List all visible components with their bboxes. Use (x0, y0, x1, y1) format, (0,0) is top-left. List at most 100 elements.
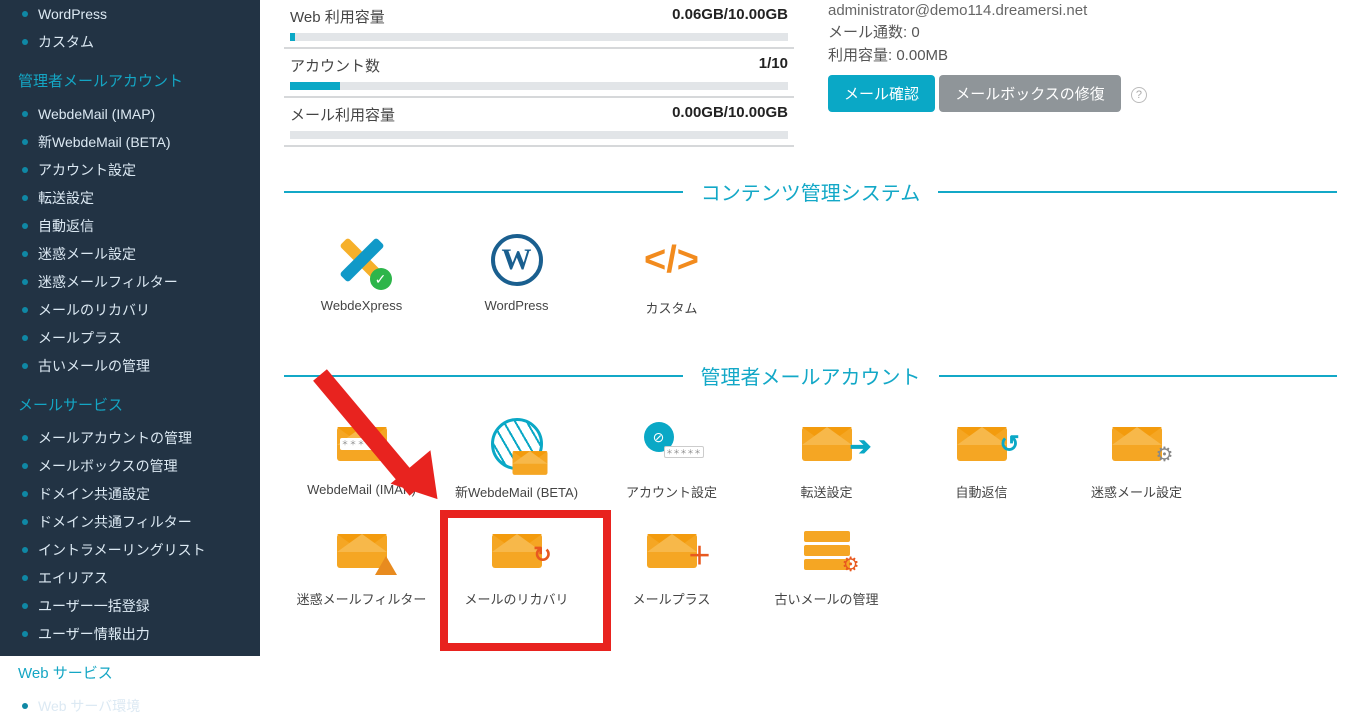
sidebar-item-alias[interactable]: エイリアス (0, 564, 260, 592)
tile-wordpress[interactable]: W WordPress (439, 224, 594, 331)
mail-spam-settings-icon: ⚙ (1112, 427, 1162, 461)
tile-label: WebdeXpress (286, 298, 437, 313)
tile-old-mail[interactable]: ⚙ 古いメールの管理 (749, 515, 904, 622)
mail-globe-icon (491, 418, 543, 470)
tile-spam-settings[interactable]: ⚙ 迷惑メール設定 (1059, 408, 1214, 515)
mailbox-panel: administrator@demo114.dreamersi.net メール通… (824, 0, 1337, 147)
tile-label: 迷惑メール設定 (1061, 482, 1212, 501)
sidebar-item-label: 迷惑メール設定 (38, 240, 136, 268)
mail-autoreply-icon: ↺ (957, 427, 1007, 461)
sidebar-item-spam-filter[interactable]: 迷惑メールフィルター (0, 268, 260, 296)
sidebar-item-label: メールのリカバリ (38, 296, 150, 324)
sidebar-item-label: WordPress (38, 0, 107, 28)
mail-plus-icon: ＋ (647, 534, 697, 568)
tile-label: アカウント設定 (596, 482, 747, 501)
sidebar-item-wordpress[interactable]: WordPress (0, 0, 260, 28)
usage-bar (290, 131, 788, 139)
tile-custom[interactable]: </> カスタム (594, 224, 749, 331)
mail-archive-icon: ⚙ (804, 531, 850, 571)
sidebar: WordPress カスタム 管理者メールアカウント WebdeMail (IM… (0, 0, 260, 656)
usage-bar (290, 82, 788, 90)
usage-label: アカウント数 (290, 55, 380, 76)
webdexpress-icon: ✓ (336, 234, 388, 286)
sidebar-item-domain-common-settings[interactable]: ドメイン共通設定 (0, 480, 260, 508)
sidebar-item-label: メールボックスの管理 (38, 452, 178, 480)
usage-label: メール利用容量 (290, 104, 395, 125)
usage-bar (290, 33, 788, 41)
sidebar-heading-web-service: Web サービス (0, 648, 260, 692)
usage-row-mail: メール利用容量 0.00GB/10.00GB (284, 96, 794, 147)
sidebar-item-webdemail-beta[interactable]: 新WebdeMail (BETA) (0, 128, 260, 156)
tile-label: メールプラス (596, 589, 747, 608)
sidebar-item-user-export[interactable]: ユーザー情報出力 (0, 620, 260, 648)
sidebar-item-label: メールアカウントの管理 (38, 424, 192, 452)
section-title: コンテンツ管理システム (683, 177, 938, 206)
section-divider-cms: コンテンツ管理システム (284, 177, 1337, 206)
tile-label: カスタム (596, 298, 747, 317)
cms-tile-grid: ✓ WebdeXpress W WordPress </> カスタム (284, 224, 1337, 331)
main-content: Web 利用容量 0.06GB/10.00GB アカウント数 1/10 メール利… (260, 0, 1349, 656)
mailbox-count: メール通数: 0 (828, 21, 1337, 42)
sidebar-item-custom[interactable]: カスタム (0, 28, 260, 56)
tile-label: 古いメールの管理 (751, 589, 902, 608)
sidebar-item-spam-settings[interactable]: 迷惑メール設定 (0, 240, 260, 268)
repair-mailbox-button[interactable]: メールボックスの修復 (939, 75, 1121, 112)
sidebar-item-label: エイリアス (38, 564, 108, 592)
sidebar-item-webdemail-imap[interactable]: WebdeMail (IMAP) (0, 100, 260, 128)
usage-value: 0.00GB/10.00GB (672, 104, 788, 121)
sidebar-item-mail-plus[interactable]: メールプラス (0, 324, 260, 352)
sidebar-item-label: メールプラス (38, 324, 122, 352)
sidebar-item-bulk-users[interactable]: ユーザー一括登録 (0, 592, 260, 620)
tile-webdexpress[interactable]: ✓ WebdeXpress (284, 224, 439, 331)
sidebar-item-mail-recovery[interactable]: メールのリカバリ (0, 296, 260, 324)
wordpress-icon: W (491, 234, 543, 286)
mail-recovery-icon: ↻ (492, 534, 542, 568)
tile-mail-plus[interactable]: ＋ メールプラス (594, 515, 749, 622)
mailbox-size: 利用容量: 0.00MB (828, 44, 1337, 65)
help-icon[interactable]: ? (1131, 87, 1147, 103)
sidebar-item-label: Web サーバ環境 (38, 692, 140, 720)
tile-mail-recovery[interactable]: ↻ メールのリカバリ (439, 515, 594, 622)
check-mail-button[interactable]: メール確認 (828, 75, 935, 112)
sidebar-item-label: WebdeMail (IMAP) (38, 100, 155, 128)
sidebar-item-label: ドメイン共通フィルター (38, 508, 192, 536)
tile-spam-filter[interactable]: 迷惑メールフィルター (284, 515, 439, 622)
sidebar-item-domain-common-filter[interactable]: ドメイン共通フィルター (0, 508, 260, 536)
sidebar-item-label: 自動返信 (38, 212, 94, 240)
usage-row-accounts: アカウント数 1/10 (284, 47, 794, 96)
sidebar-item-web-server-env[interactable]: Web サーバ環境 (0, 692, 260, 720)
sidebar-item-autoreply[interactable]: 自動返信 (0, 212, 260, 240)
sidebar-heading-admin-mail: 管理者メールアカウント (0, 56, 260, 100)
custom-code-icon: </> (644, 239, 699, 282)
tile-autoreply[interactable]: ↺ 自動返信 (904, 408, 1059, 515)
mail-imap-icon: ＊＊＊＊＊ (337, 427, 387, 461)
sidebar-item-forward-settings[interactable]: 転送設定 (0, 184, 260, 212)
mail-tile-grid: ＊＊＊＊＊ WebdeMail (IMAP) 新WebdeMail (BETA)… (284, 408, 1337, 622)
sidebar-item-label: ドメイン共通設定 (38, 480, 150, 508)
sidebar-item-account-settings[interactable]: アカウント設定 (0, 156, 260, 184)
usage-row-web: Web 利用容量 0.06GB/10.00GB (284, 0, 794, 47)
sidebar-item-intra-mailing-list[interactable]: イントラメーリングリスト (0, 536, 260, 564)
sidebar-item-old-mail[interactable]: 古いメールの管理 (0, 352, 260, 380)
tile-forward-settings[interactable]: ➔ 転送設定 (749, 408, 904, 515)
sidebar-item-label: 古いメールの管理 (38, 352, 150, 380)
tile-webdemail-imap[interactable]: ＊＊＊＊＊ WebdeMail (IMAP) (284, 408, 439, 515)
tile-label: WebdeMail (IMAP) (286, 482, 437, 497)
sidebar-item-label: アカウント設定 (38, 156, 136, 184)
tile-label: 自動返信 (906, 482, 1057, 501)
sidebar-item-label: 転送設定 (38, 184, 94, 212)
tile-webdemail-beta[interactable]: 新WebdeMail (BETA) (439, 408, 594, 515)
tile-account-settings[interactable]: ⊘＊＊＊＊＊ アカウント設定 (594, 408, 749, 515)
tile-label: 迷惑メールフィルター (286, 589, 437, 608)
sidebar-heading-mail-service: メールサービス (0, 380, 260, 424)
tile-label: 新WebdeMail (BETA) (441, 482, 592, 501)
mailbox-email: administrator@demo114.dreamersi.net (828, 2, 1337, 19)
mail-spam-filter-icon (337, 534, 387, 568)
section-divider-admin-mail: 管理者メールアカウント (284, 361, 1337, 390)
sidebar-item-label: イントラメーリングリスト (38, 536, 206, 564)
mail-forward-icon: ➔ (802, 427, 852, 461)
tile-label: WordPress (441, 298, 592, 313)
sidebar-item-mail-accounts[interactable]: メールアカウントの管理 (0, 424, 260, 452)
sidebar-item-label: 迷惑メールフィルター (38, 268, 178, 296)
sidebar-item-mailbox-mgmt[interactable]: メールボックスの管理 (0, 452, 260, 480)
